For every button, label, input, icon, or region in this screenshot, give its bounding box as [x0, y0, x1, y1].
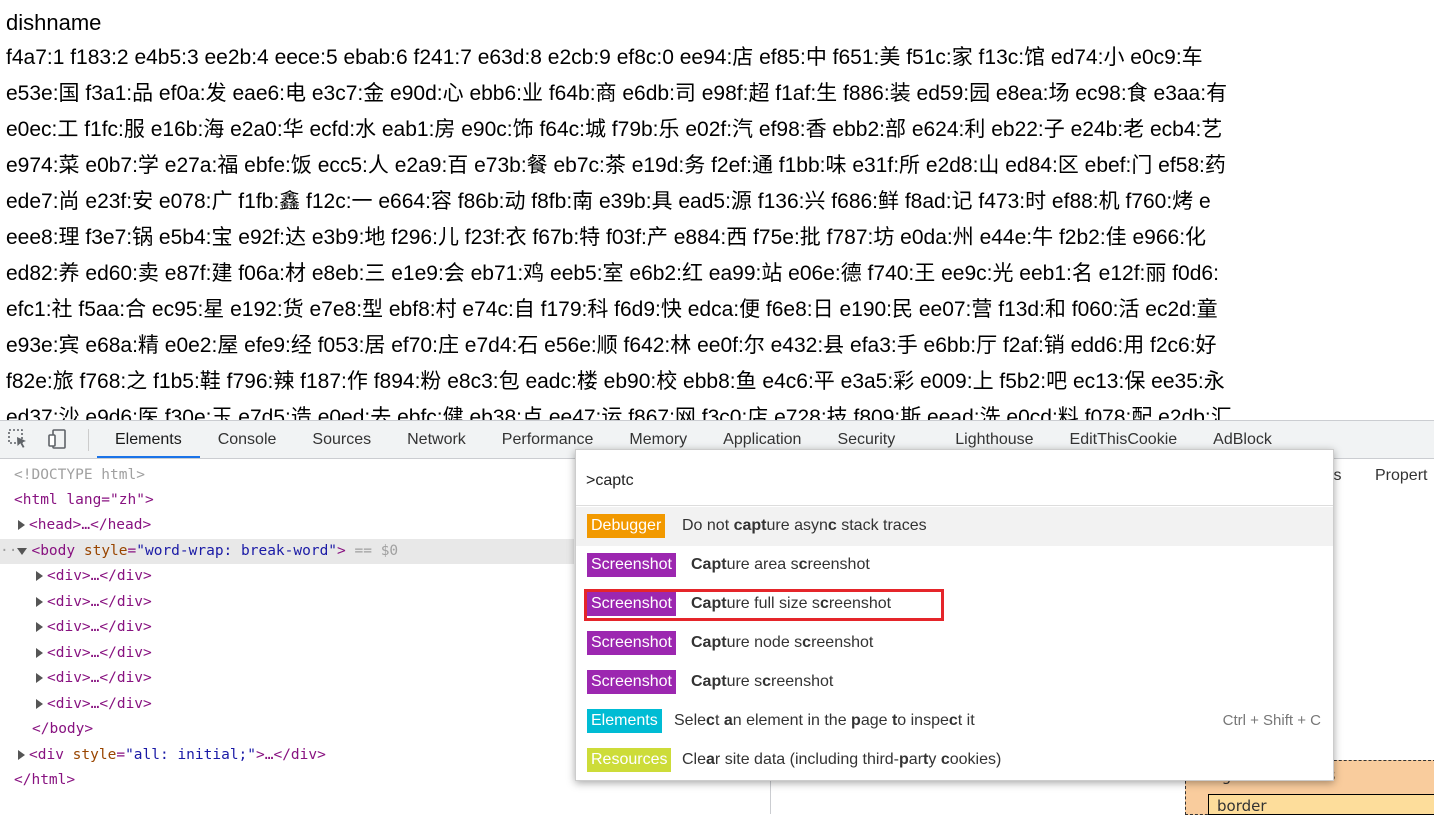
dom-div[interactable]: <div>…</div>	[36, 564, 152, 589]
dom-body-selected[interactable]: ·· <body style="word-wrap: break-word"> =…	[0, 539, 574, 564]
tab-console[interactable]: Console	[200, 421, 295, 458]
command-item-inspect-element[interactable]: Elements Select an element in the page t…	[576, 702, 1333, 741]
text-line: f4a7:1 f183:2 e4b5:3 ee2b:4 eece:5 ebab:…	[6, 46, 1203, 69]
command-item-text: Select an element in the page to inspect…	[674, 712, 975, 729]
command-item-text: Capture screenshot	[691, 673, 834, 690]
border-label: border	[1217, 797, 1267, 815]
dom-div[interactable]: <div>…</div>	[36, 641, 152, 666]
text-line: e974:菜 e0b7:学 e27a:福 ebfe:饭 ecc5:人 e2a9:…	[6, 154, 1226, 177]
text-line: ede7:尚 e23f:安 e078:广 f1fb:鑫 f12c:一 e664:…	[6, 190, 1211, 213]
command-item-text: Capture area screenshot	[691, 556, 870, 573]
category-badge: Screenshot	[587, 670, 676, 694]
dom-div[interactable]: <div>…</div>	[36, 615, 152, 640]
text-line: ed37:沙 e9d6:医 f30e:玉 e7d5:造 e0ed:去 ebfc:…	[6, 406, 1232, 420]
box-model-border: border	[1208, 794, 1434, 815]
text-line: efc1:社 f5aa:合 ec95:星 e192:货 e7e8:型 ebf8:…	[6, 298, 1218, 321]
command-item-capture-screenshot[interactable]: Screenshot Capture screenshot	[576, 663, 1333, 702]
expand-triangle-icon[interactable]	[18, 520, 25, 530]
expand-triangle-icon[interactable]	[36, 673, 43, 683]
keyboard-shortcut: Ctrl + Shift + C	[1222, 712, 1321, 729]
command-item-capture-node[interactable]: Screenshot Capture node screenshot	[576, 624, 1333, 663]
tab-properties[interactable]: Propert	[1375, 467, 1427, 485]
expand-triangle-icon[interactable]	[36, 699, 43, 709]
dom-div[interactable]: <div>…</div>	[36, 590, 152, 615]
command-item-clear-site-data[interactable]: Resources Clear site data (including thi…	[576, 741, 1333, 780]
expand-triangle-icon[interactable]	[18, 750, 25, 760]
highlight-annotation-box	[584, 589, 944, 621]
category-badge: Resources	[587, 748, 672, 772]
page-content: dishname f4a7:1 f183:2 e4b5:3 ee2b:4 eec…	[0, 0, 1434, 420]
toolbar-divider	[88, 429, 89, 451]
device-toolbar-icon[interactable]	[46, 427, 70, 451]
dom-div[interactable]: <div>…</div>	[36, 692, 152, 717]
expand-triangle-icon[interactable]	[36, 571, 43, 581]
tab-elements[interactable]: Elements	[97, 421, 200, 458]
command-input-divider	[576, 505, 1333, 506]
command-item-text: Clear site data (including third-party c…	[682, 751, 1002, 768]
command-item-text: Capture node screenshot	[691, 634, 874, 651]
dom-div-initial[interactable]: <div style="all: initial;">…</div>	[18, 743, 326, 768]
expand-triangle-icon[interactable]	[36, 648, 43, 658]
text-line: e0ec:工 f1fc:服 e16b:海 e2a0:华 ecfd:水 eab1:…	[6, 118, 1223, 141]
command-input[interactable]: >captc	[586, 472, 634, 490]
expand-triangle-icon[interactable]	[36, 622, 43, 632]
font-mapping-text: f4a7:1 f183:2 e4b5:3 ee2b:4 eece:5 ebab:…	[6, 40, 1434, 420]
tab-network[interactable]: Network	[389, 421, 484, 458]
dom-div[interactable]: <div>…</div>	[36, 666, 152, 691]
dom-doctype[interactable]: <!DOCTYPE html>	[14, 463, 145, 488]
text-line: e93e:宾 e68a:精 e0e2:屋 efe9:经 f053:居 ef70:…	[6, 334, 1217, 357]
inspect-element-icon[interactable]	[6, 427, 30, 451]
category-badge: Debugger	[587, 514, 666, 538]
text-line: e53e:国 f3a1:品 ef0a:发 eae6:电 e3c7:金 e90d:…	[6, 82, 1228, 105]
command-item-capture-area[interactable]: Screenshot Capture area screenshot	[576, 546, 1333, 585]
text-line: ed82:养 ed60:卖 e87f:建 f06a:材 e8eb:三 e1e9:…	[6, 262, 1219, 285]
tab-sources[interactable]: Sources	[294, 421, 389, 458]
command-item-debugger-async[interactable]: Debugger Do not capture async stack trac…	[576, 507, 1333, 546]
category-badge: Elements	[587, 709, 662, 733]
dom-html-open[interactable]: <html lang="zh">	[14, 488, 154, 513]
dom-html-close[interactable]: </html>	[14, 768, 75, 793]
dom-head[interactable]: <head>…</head>	[18, 513, 151, 538]
category-badge: Screenshot	[587, 631, 676, 655]
collapse-triangle-icon[interactable]	[17, 547, 28, 555]
text-line: f82e:旅 f768:之 f1b5:鞋 f796:辣 f187:作 f894:…	[6, 370, 1225, 393]
dom-body-close[interactable]: </body>	[32, 717, 93, 742]
command-item-text: Do not capture async stack traces	[682, 517, 927, 534]
expand-triangle-icon[interactable]	[36, 597, 43, 607]
page-heading: dishname	[6, 10, 102, 35]
category-badge: Screenshot	[587, 553, 676, 577]
text-line: eee8:理 f3e7:锅 e5b4:宝 e92f:达 e3b9:地 f296:…	[6, 226, 1207, 249]
